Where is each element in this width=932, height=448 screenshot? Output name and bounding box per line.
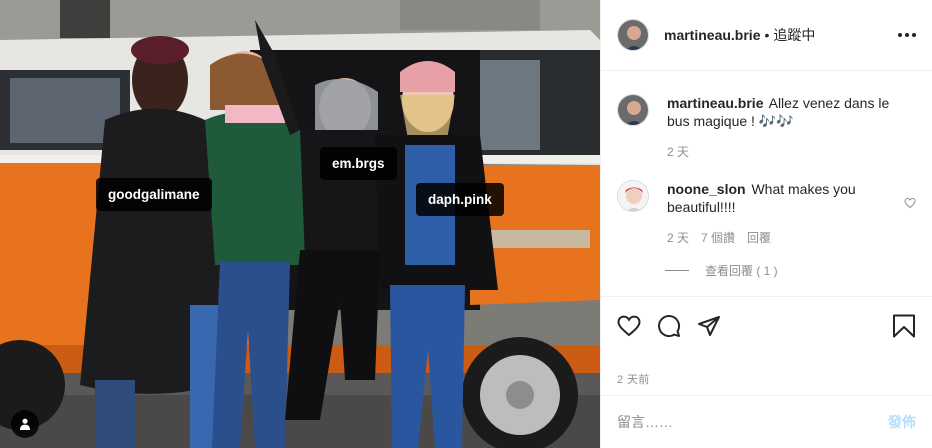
comments-list[interactable]: martineau.brie Allez venez dans le bus m… (601, 72, 932, 296)
caption-age[interactable]: 2 天 (667, 143, 689, 160)
comment-like-button[interactable] (904, 196, 916, 212)
share-button[interactable] (697, 314, 721, 338)
comment-button[interactable] (657, 314, 681, 338)
post-timestamp[interactable]: 2 天前 (617, 371, 650, 387)
comment-item: noone_slon What makes you beautiful!!!! … (617, 180, 916, 250)
post-header: martineau.brie • 追蹤中 (601, 0, 932, 71)
reply-button[interactable]: 回覆 (747, 229, 771, 246)
view-replies-label: 查看回覆 ( 1 ) (705, 264, 778, 278)
avatar-image (618, 181, 648, 211)
post-author-username[interactable]: martineau.brie (664, 27, 760, 43)
comment-username[interactable]: noone_slon (667, 181, 746, 197)
post-comment-button[interactable]: 發佈 (888, 412, 916, 432)
more-dot-icon (912, 33, 916, 37)
post-photo[interactable]: goodgalimane em.brgs daph.pink (0, 0, 600, 448)
follow-status-button[interactable]: 追蹤中 (773, 25, 815, 45)
comment-age[interactable]: 2 天 (667, 229, 689, 246)
bookmark-icon (893, 314, 915, 337)
user-tags-button[interactable] (11, 410, 39, 438)
person-icon (20, 418, 30, 430)
avatar-image (618, 95, 648, 125)
photo-user-tag[interactable]: em.brgs (320, 147, 397, 180)
post-side-panel: martineau.brie • 追蹤中 martineau.brie Alle… (600, 0, 932, 448)
caption-username[interactable]: martineau.brie (667, 95, 763, 111)
comment-input[interactable] (617, 414, 888, 430)
action-bar (601, 296, 932, 354)
comment-likes[interactable]: 7 個讚 (701, 229, 735, 246)
heart-icon (904, 197, 916, 209)
separator-dot: • (764, 27, 770, 43)
avatar[interactable] (617, 180, 649, 212)
avatar[interactable] (617, 94, 649, 126)
comment-icon (658, 314, 681, 337)
share-icon (698, 315, 720, 336)
caption: martineau.brie Allez venez dans le bus m… (617, 94, 916, 180)
like-button[interactable] (617, 314, 641, 338)
photo-scene (0, 0, 600, 448)
avatar-image (618, 20, 648, 50)
more-dot-icon (898, 33, 902, 37)
divider (665, 270, 689, 271)
add-comment-bar: 發佈 (601, 395, 932, 448)
heart-icon (617, 315, 641, 336)
save-button[interactable] (892, 314, 916, 338)
instagram-post: goodgalimane em.brgs daph.pink martineau… (0, 0, 932, 448)
view-replies-button[interactable]: 查看回覆 ( 1 ) (665, 262, 916, 279)
avatar[interactable] (617, 19, 649, 51)
photo-user-tag[interactable]: daph.pink (416, 183, 504, 216)
more-dot-icon (905, 33, 909, 37)
more-options-button[interactable] (898, 33, 916, 37)
photo-user-tag[interactable]: goodgalimane (96, 178, 212, 211)
